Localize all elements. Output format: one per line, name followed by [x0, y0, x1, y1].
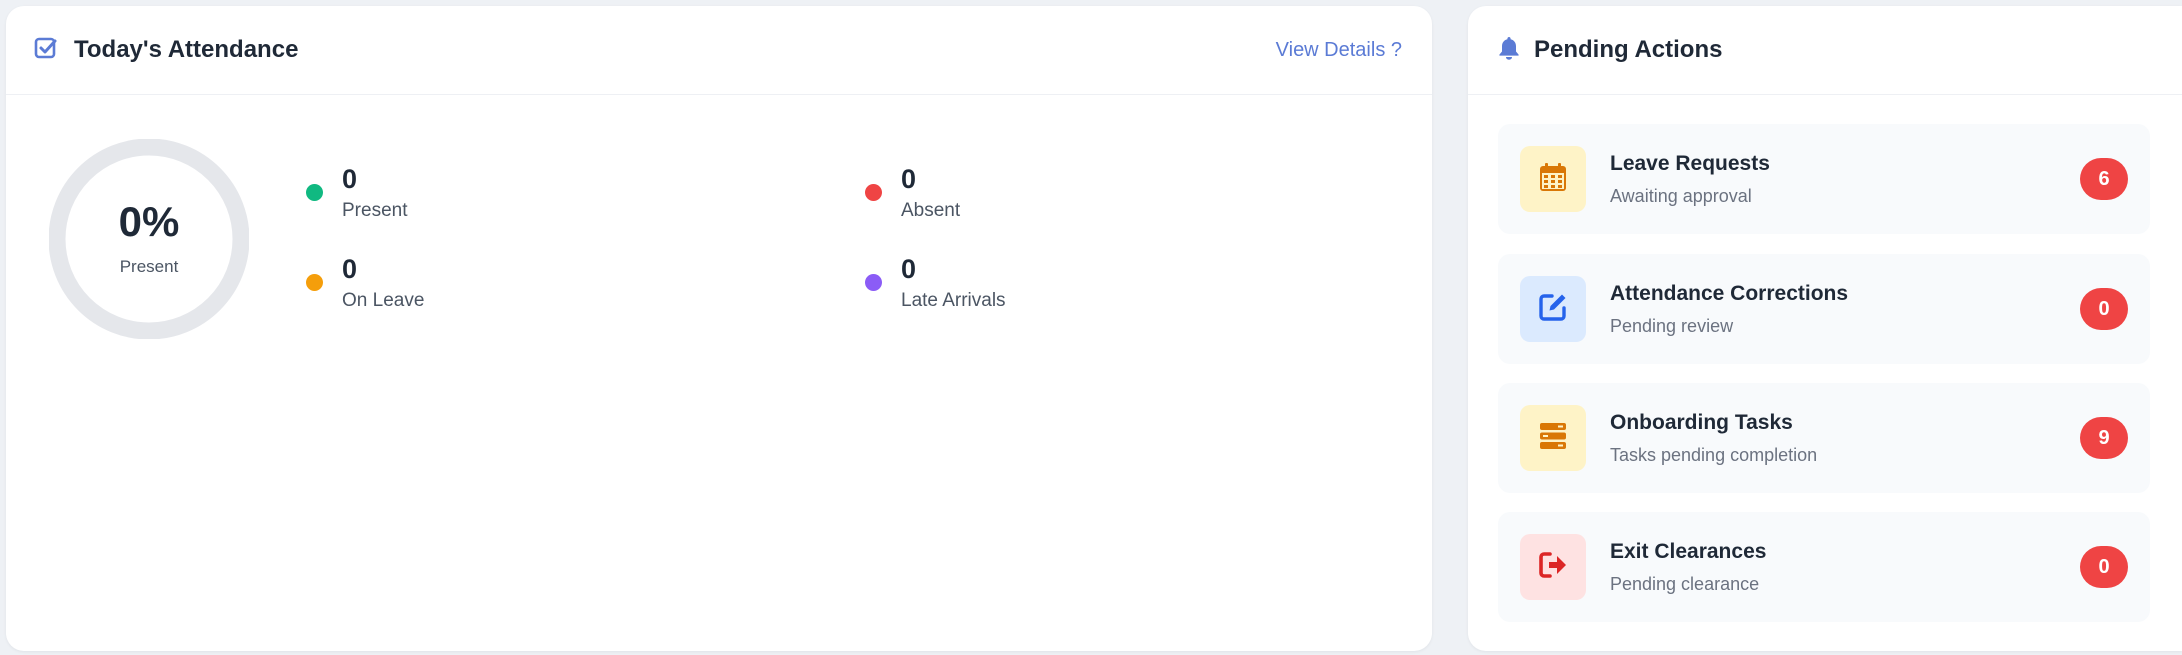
calendar-icon — [1539, 162, 1567, 197]
action-title: Onboarding Tasks — [1610, 410, 1793, 434]
attendance-header: Today's Attendance View Details ? — [6, 6, 1432, 95]
stat-late-arrivals: 0 Late Arrivals — [865, 254, 1006, 312]
stat-on-leave: 0 On Leave — [306, 254, 424, 312]
stat-label: Absent — [901, 200, 961, 221]
action-subtitle: Pending clearance — [1610, 573, 1760, 594]
action-subtitle: Tasks pending completion — [1610, 444, 1818, 465]
status-dot — [865, 274, 882, 291]
action-title: Attendance Corrections — [1610, 281, 1849, 305]
attendance-rate-label: Present — [119, 257, 179, 276]
action-icon-box — [1520, 146, 1586, 212]
stat-value: 0 — [901, 254, 917, 284]
pending-header: Pending Actions — [1468, 6, 2182, 95]
action-icon-box — [1520, 276, 1586, 342]
pending-actions-card: Pending Actions Leave Requests Awaiting … — [1468, 6, 2182, 651]
stat-present: 0 Present — [306, 164, 407, 222]
action-title: Exit Clearances — [1610, 539, 1767, 563]
pending-item-exit-clearances[interactable]: Exit Clearances Pending clearance 0 — [1498, 512, 2150, 622]
check-square-icon — [34, 36, 58, 65]
pending-item-attendance-corrections[interactable]: Attendance Corrections Pending review 0 — [1498, 254, 2150, 364]
stat-label: Late Arrivals — [901, 290, 1006, 311]
pending-title: Pending Actions — [1534, 36, 1723, 63]
action-title: Leave Requests — [1610, 151, 1770, 175]
stat-absent: 0 Absent — [865, 164, 960, 222]
view-details-link[interactable]: View Details ? — [1276, 39, 1402, 62]
bell-icon — [1498, 36, 1520, 65]
status-dot — [865, 184, 882, 201]
action-icon-box — [1520, 534, 1586, 600]
action-subtitle: Awaiting approval — [1610, 185, 1752, 206]
action-icon-box — [1520, 405, 1586, 471]
attendance-rate-value: 0% — [118, 198, 180, 245]
stat-label: Present — [342, 200, 408, 221]
attendance-card: Today's Attendance View Details ? 0% Pre… — [6, 6, 1432, 651]
status-dot — [306, 274, 323, 291]
stat-value: 0 — [342, 254, 358, 284]
edit-icon — [1538, 292, 1568, 327]
pending-item-onboarding-tasks[interactable]: Onboarding Tasks Tasks pending completio… — [1498, 383, 2150, 493]
status-dot — [306, 184, 323, 201]
action-subtitle: Pending review — [1610, 315, 1734, 336]
sign-out-icon — [1538, 551, 1568, 584]
stat-value: 0 — [901, 164, 917, 194]
tasks-icon — [1539, 422, 1567, 455]
count-badge: 0 — [2080, 288, 2128, 330]
attendance-title: Today's Attendance — [74, 36, 299, 63]
pending-item-leave-requests[interactable]: Leave Requests Awaiting approval 6 — [1498, 124, 2150, 234]
stat-value: 0 — [342, 164, 358, 194]
donut-center: 0% Present — [49, 139, 249, 339]
count-badge: 0 — [2080, 546, 2128, 588]
count-badge: 9 — [2080, 417, 2128, 459]
stat-label: On Leave — [342, 290, 425, 311]
count-badge: 6 — [2080, 158, 2128, 200]
